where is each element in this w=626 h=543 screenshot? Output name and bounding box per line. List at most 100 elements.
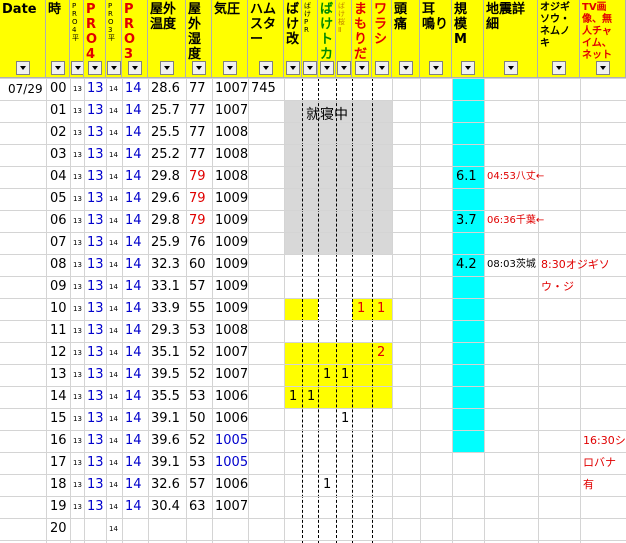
cell-quake[interactable]: 08:03茨城 (487, 254, 536, 276)
filter-dropdown-bake_pr[interactable] (303, 61, 317, 75)
cell-hour[interactable]: 16 (50, 430, 67, 452)
cell-hum[interactable]: 50 (189, 408, 206, 430)
cell-temp[interactable]: 39.5 (151, 364, 180, 386)
cell-mamo[interactable]: 1 (357, 298, 365, 320)
cell-p4[interactable]: 13 (87, 452, 104, 474)
cell-temp[interactable]: 39.1 (151, 452, 180, 474)
cell-hum[interactable]: 79 (189, 210, 206, 232)
cell-temp[interactable]: 33.9 (151, 298, 180, 320)
cell-hour[interactable]: 19 (50, 496, 67, 518)
cell-pres[interactable]: 1009 (215, 232, 248, 254)
cell-p3[interactable]: 14 (125, 210, 142, 232)
cell-pres[interactable]: 1008 (215, 320, 248, 342)
cell-pres[interactable]: 1007 (215, 496, 248, 518)
cell-p4s[interactable]: 13 (73, 188, 82, 210)
cell-temp[interactable]: 32.6 (151, 474, 180, 496)
cell-p3[interactable]: 14 (125, 254, 142, 276)
cell-p4s[interactable]: 13 (73, 78, 82, 100)
cell-p3[interactable]: 14 (125, 474, 142, 496)
cell-p3s[interactable]: 14 (109, 122, 118, 144)
cell-hum[interactable]: 77 (189, 100, 206, 122)
filter-dropdown-headache[interactable] (399, 61, 413, 75)
cell-p4s[interactable]: 13 (73, 298, 82, 320)
cell-quake[interactable]: 04:53八丈← (487, 166, 544, 188)
cell-pres[interactable]: 1007 (215, 100, 248, 122)
cell-temp[interactable]: 39.6 (151, 430, 180, 452)
cell-p3s[interactable]: 14 (109, 144, 118, 166)
cell-pr[interactable]: 1 (307, 386, 315, 408)
cell-p3[interactable]: 14 (125, 408, 142, 430)
cell-hour[interactable]: 20 (50, 518, 67, 540)
cell-p3[interactable]: 14 (125, 430, 142, 452)
cell-hour[interactable]: 15 (50, 408, 67, 430)
cell-hour[interactable]: 01 (50, 100, 67, 122)
cell-p3[interactable]: 14 (125, 298, 142, 320)
cell-p4s[interactable]: 13 (73, 320, 82, 342)
cell-p3s[interactable]: 14 (109, 518, 118, 540)
cell-hour[interactable]: 14 (50, 386, 67, 408)
cell-hour[interactable]: 17 (50, 452, 67, 474)
cell-pres[interactable]: 1009 (215, 276, 248, 298)
cell-p3s[interactable]: 14 (109, 166, 118, 188)
cell-pres[interactable]: 1007 (215, 78, 248, 100)
cell-toka[interactable]: 1 (323, 474, 331, 496)
cell-hour[interactable]: 12 (50, 342, 67, 364)
cell-p3s[interactable]: 14 (109, 78, 118, 100)
cell-hum[interactable]: 53 (189, 386, 206, 408)
cell-p3s[interactable]: 14 (109, 364, 118, 386)
cell-p3s[interactable]: 14 (109, 320, 118, 342)
cell-pres[interactable]: 1008 (215, 166, 248, 188)
cell-p3s[interactable]: 14 (109, 298, 118, 320)
cell-p3[interactable]: 14 (125, 188, 142, 210)
cell-temp[interactable]: 39.1 (151, 408, 180, 430)
cell-hour[interactable]: 05 (50, 188, 67, 210)
filter-dropdown-hamster[interactable] (259, 61, 273, 75)
cell-hum[interactable]: 60 (189, 254, 206, 276)
cell-p3s[interactable]: 14 (109, 188, 118, 210)
cell-hour[interactable]: 00 (50, 78, 67, 100)
cell-p4s[interactable]: 13 (73, 342, 82, 364)
cell-p3[interactable]: 14 (125, 452, 142, 474)
cell-p4s[interactable]: 13 (73, 144, 82, 166)
cell-hum[interactable]: 79 (189, 166, 206, 188)
cell-hum[interactable]: 63 (189, 496, 206, 518)
cell-hum[interactable]: 76 (189, 232, 206, 254)
cell-temp[interactable]: 25.5 (151, 122, 180, 144)
cell-hour[interactable]: 07 (50, 232, 67, 254)
cell-p4[interactable]: 13 (87, 298, 104, 320)
filter-dropdown-pr03_small[interactable] (107, 61, 121, 75)
cell-hum[interactable]: 57 (189, 474, 206, 496)
cell-pres[interactable]: 1006 (215, 474, 248, 496)
cell-p4s[interactable]: 13 (73, 276, 82, 298)
cell-hum[interactable]: 53 (189, 320, 206, 342)
cell-p3[interactable]: 14 (125, 166, 142, 188)
cell-p3s[interactable]: 14 (109, 254, 118, 276)
cell-p3s[interactable]: 14 (109, 276, 118, 298)
cell-p4[interactable]: 13 (87, 188, 104, 210)
cell-hour[interactable]: 10 (50, 298, 67, 320)
cell-p3[interactable]: 14 (125, 320, 142, 342)
filter-dropdown-quake_detail[interactable] (504, 61, 518, 75)
cell-p4s[interactable]: 13 (73, 232, 82, 254)
cell-pres[interactable]: 1005 (215, 430, 248, 452)
cell-p4[interactable]: 13 (87, 474, 104, 496)
cell-p4[interactable]: 13 (87, 408, 104, 430)
cell-pres[interactable]: 1007 (215, 364, 248, 386)
filter-dropdown-pressure[interactable] (223, 61, 237, 75)
cell-pres[interactable]: 1009 (215, 254, 248, 276)
cell-p4[interactable]: 13 (87, 254, 104, 276)
filter-dropdown-bake_kai[interactable] (286, 61, 300, 75)
cell-p4s[interactable]: 13 (73, 474, 82, 496)
cell-pres[interactable]: 1006 (215, 408, 248, 430)
cell-sakura[interactable]: 1 (341, 364, 349, 386)
cell-p3[interactable]: 14 (125, 78, 142, 100)
cell-p4[interactable]: 13 (87, 166, 104, 188)
cell-temp[interactable]: 25.7 (151, 100, 180, 122)
cell-p4[interactable]: 13 (87, 430, 104, 452)
filter-dropdown-ojigi[interactable] (552, 61, 566, 75)
cell-hum[interactable]: 53 (189, 452, 206, 474)
cell-pres[interactable]: 1008 (215, 144, 248, 166)
cell-p3s[interactable]: 14 (109, 452, 118, 474)
cell-temp[interactable]: 29.3 (151, 320, 180, 342)
filter-dropdown-hour[interactable] (51, 61, 65, 75)
